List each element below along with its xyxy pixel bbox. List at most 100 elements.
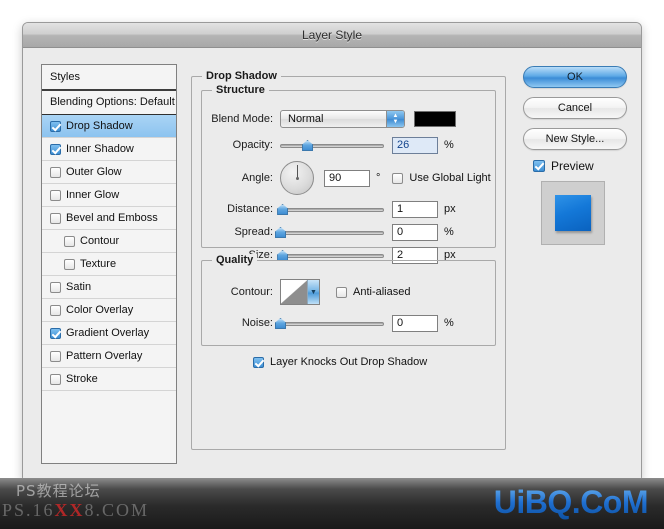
styles-item-contour[interactable]: Contour [42,230,176,253]
spread-input[interactable]: 0 [392,223,438,241]
use-global-light-option[interactable]: Use Global Light [392,172,491,184]
watermark-left-bottom-red: XX [54,500,85,520]
angle-row: Angle: 90 ° Use Global Light [201,160,491,196]
spread-row: Spread: 0 % [201,223,454,241]
distance-slider[interactable] [277,202,384,216]
dialog-titlebar[interactable]: Layer Style [23,23,641,48]
watermark-left-top: PS教程论坛 [16,482,101,500]
styles-item-inner-shadow[interactable]: Inner Shadow [42,138,176,161]
styles-item-bevel-and-emboss[interactable]: Bevel and Emboss [42,207,176,230]
styles-panel-header[interactable]: Styles [42,65,176,91]
opacity-slider[interactable] [280,138,384,152]
styles-panel: Styles Blending Options: Default Drop Sh… [41,64,177,464]
styles-item-label: Pattern Overlay [66,350,143,362]
watermark-band: PS教程论坛 PS.16XX8.COM UiBQ.CoM [0,478,664,529]
chevron-updown-icon[interactable]: ▲ ▼ [386,111,404,127]
contour-row: Contour: ▼ Anti-aliased [201,278,410,306]
styles-item-stroke[interactable]: Stroke [42,368,176,391]
cancel-button[interactable]: Cancel [523,97,627,119]
styles-item-label: Color Overlay [66,304,134,316]
distance-slider-thumb[interactable] [277,204,289,215]
styles-item-checkbox[interactable] [50,143,61,155]
styles-item-satin[interactable]: Satin [42,276,176,299]
styles-item-texture[interactable]: Texture [42,253,176,276]
styles-item-label: Contour [80,235,120,247]
styles-item-pattern-overlay[interactable]: Pattern Overlay [42,345,176,368]
distance-unit: px [444,203,456,215]
preview-thumbnail [541,181,605,245]
distance-input[interactable]: 1 [392,200,438,218]
preview-checkbox[interactable] [533,160,545,172]
styles-item-checkbox[interactable] [50,212,61,224]
styles-item-checkbox[interactable] [50,327,61,339]
watermark-left-bottom: PS.16XX8.COM [2,500,149,521]
styles-item-checkbox[interactable] [50,304,61,316]
new-style-button[interactable]: New Style... [523,128,627,150]
anti-aliased-label: Anti-aliased [353,286,411,298]
styles-item-inner-glow[interactable]: Inner Glow [42,184,176,207]
contour-curve-thumbnail [281,280,308,304]
styles-item-checkbox[interactable] [64,258,75,270]
opacity-unit: % [444,139,454,151]
opacity-slider-track [280,144,384,148]
shadow-color-swatch[interactable] [414,111,456,127]
styles-item-label: Outer Glow [66,166,122,178]
layer-style-dialog: Layer Style Styles Blending Options: Def… [22,22,642,481]
styles-item-checkbox[interactable] [64,235,75,247]
ok-button[interactable]: OK [523,66,627,88]
styles-item-checkbox[interactable] [50,373,61,385]
spread-slider-thumb[interactable] [275,227,286,238]
chevron-down-icon[interactable]: ▼ [307,280,319,304]
styles-item-checkbox[interactable] [50,189,61,201]
styles-item-color-overlay[interactable]: Color Overlay [42,299,176,322]
styles-item-drop-shadow[interactable]: Drop Shadow [42,115,176,138]
styles-item-checkbox[interactable] [50,281,61,293]
dialog-title: Layer Style [301,28,363,42]
styles-item-checkbox[interactable] [50,166,61,178]
layer-knocks-out-label: Layer Knocks Out Drop Shadow [270,356,428,368]
blend-mode-label: Blend Mode: [211,113,273,125]
noise-input[interactable]: 0 [392,314,438,332]
angle-dial[interactable] [280,161,314,195]
angle-label: Angle: [241,172,273,184]
anti-aliased-option[interactable]: Anti-aliased [336,286,410,298]
dialog-body: Styles Blending Options: Default Drop Sh… [23,48,641,481]
noise-slider-thumb[interactable] [275,318,286,329]
blend-mode-value: Normal [288,113,324,125]
opacity-slider-thumb[interactable] [302,140,314,151]
styles-item-label: Gradient Overlay [66,327,150,339]
styles-item-outer-glow[interactable]: Outer Glow [42,161,176,184]
styles-item-label: Stroke [66,373,98,385]
blend-mode-row: Blend Mode: Normal ▲ ▼ [201,110,456,128]
contour-preset-swatch[interactable]: ▼ [280,279,320,305]
styles-item-label: Satin [66,281,92,293]
spread-slider[interactable] [275,225,384,239]
angle-input[interactable]: 90 [324,169,370,187]
styles-item-checkbox[interactable] [50,350,61,362]
dialog-buttons: OK Cancel New Style... Preview [523,66,627,245]
angle-unit: ° [376,172,381,184]
layer-knocks-out-option[interactable]: Layer Knocks Out Drop Shadow [253,356,427,368]
blend-mode-select[interactable]: Normal ▲ ▼ [280,110,405,128]
styles-item-gradient-overlay[interactable]: Gradient Overlay [42,322,176,345]
use-global-light-checkbox[interactable] [392,172,404,184]
preview-sample-square [555,195,591,231]
opacity-input[interactable]: 26 [392,136,438,154]
noise-slider[interactable] [275,316,384,330]
noise-unit: % [444,317,454,329]
anti-aliased-checkbox[interactable] [336,286,347,298]
distance-slider-track [280,208,384,212]
watermark-left-bottom-post: 8.COM [84,500,150,520]
styles-item-label: Inner Glow [66,189,120,201]
spread-unit: % [444,226,454,238]
noise-slider-track [280,322,384,326]
styles-item-checkbox[interactable] [50,120,61,132]
watermark-right: UiBQ.CoM [493,484,649,520]
opacity-label: Opacity: [232,139,273,151]
layer-knocks-out-checkbox[interactable] [253,356,264,368]
styles-item-label: Inner Shadow [66,143,134,155]
spread-slider-track [280,231,384,235]
noise-label: Noise: [241,317,273,329]
preview-option[interactable]: Preview [533,159,627,173]
blending-options-row[interactable]: Blending Options: Default [42,91,176,115]
